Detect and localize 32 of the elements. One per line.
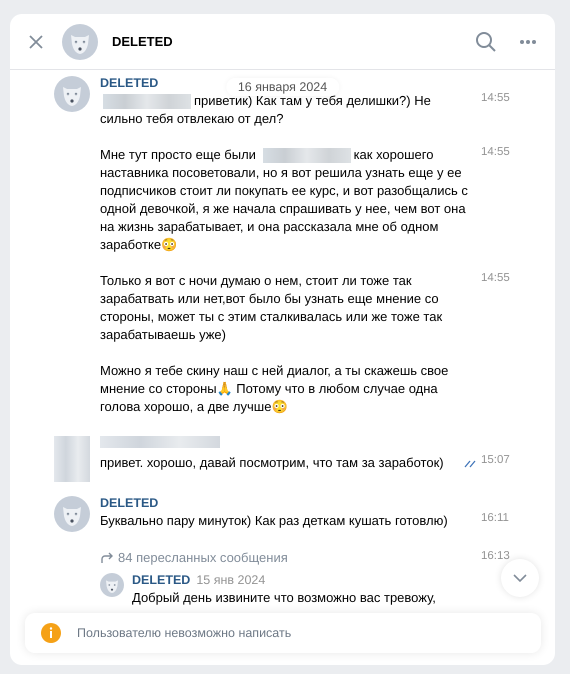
message-text: привет. хорошо, давай посмотрим, что там за заработок) xyxy=(100,454,445,472)
author-name[interactable]: DELETED xyxy=(132,573,190,587)
avatar xyxy=(100,573,124,597)
message-time: 14:55 xyxy=(481,92,509,104)
chevron-down-icon xyxy=(513,574,527,582)
message-text: Добрый день извините что возможно вас тревожу, xyxy=(132,589,437,607)
search-icon xyxy=(475,30,497,52)
author-name[interactable]: DELETED xyxy=(100,76,158,90)
message-time: 14:55 xyxy=(481,272,509,284)
message-text: Мне тут просто еще были как хорошего наставника посоветовали, но я вот решила узнать еще у ее подписчиков стоит ли покупать ее курс, и вот разобщались с одной девочкой, я же начала спрашивать у нее, чем вот она на жизнь зарабатывает, и она рассказала мне об одном заработке😳 xyxy=(100,146,469,254)
more-icon xyxy=(519,38,537,44)
message-text: приветик) Как там у тебя делишки?) Не сильно тебя отвлекаю от дел? xyxy=(100,93,432,128)
message-time: 16:13 xyxy=(481,550,509,562)
author-name[interactable]: DELETED xyxy=(100,496,158,510)
forward-icon xyxy=(100,552,114,564)
scroll-down-button[interactable] xyxy=(501,559,539,597)
blurred-avatar xyxy=(54,436,90,482)
message-time: 16:11 xyxy=(481,512,509,524)
message-time: 14:55 xyxy=(481,146,509,158)
message-text: Можно я тебе скину наш с ней диалог, а ты скажешь свое мнение со стороны🙏 Потому что в любом случае одна голова хорошо, а две лучше😳 xyxy=(100,362,450,416)
message-date: 15 янв 2024 xyxy=(196,573,266,587)
avatar xyxy=(54,76,90,112)
avatar xyxy=(54,496,90,532)
message-time: 15:07 xyxy=(481,454,509,466)
message-text: Только я вот с ночи думаю о нем, стоит ли тоже так зарабатвать или нет,вот было бы узнать еще мнение со стороны, может ты с этим сталкивалась или же тоже так зарабатываешь уже) xyxy=(100,272,444,344)
message-text: Буквально пару минуток) Как раз деткам кушать готовлю) xyxy=(100,512,449,530)
chat-title: DELETED xyxy=(112,34,174,49)
avatar xyxy=(62,24,98,60)
close-icon xyxy=(28,34,44,50)
info-icon xyxy=(41,623,61,643)
date-badge: 16 января 2024 xyxy=(226,78,340,96)
notice-text: Пользователю невозможно написать xyxy=(77,626,292,640)
